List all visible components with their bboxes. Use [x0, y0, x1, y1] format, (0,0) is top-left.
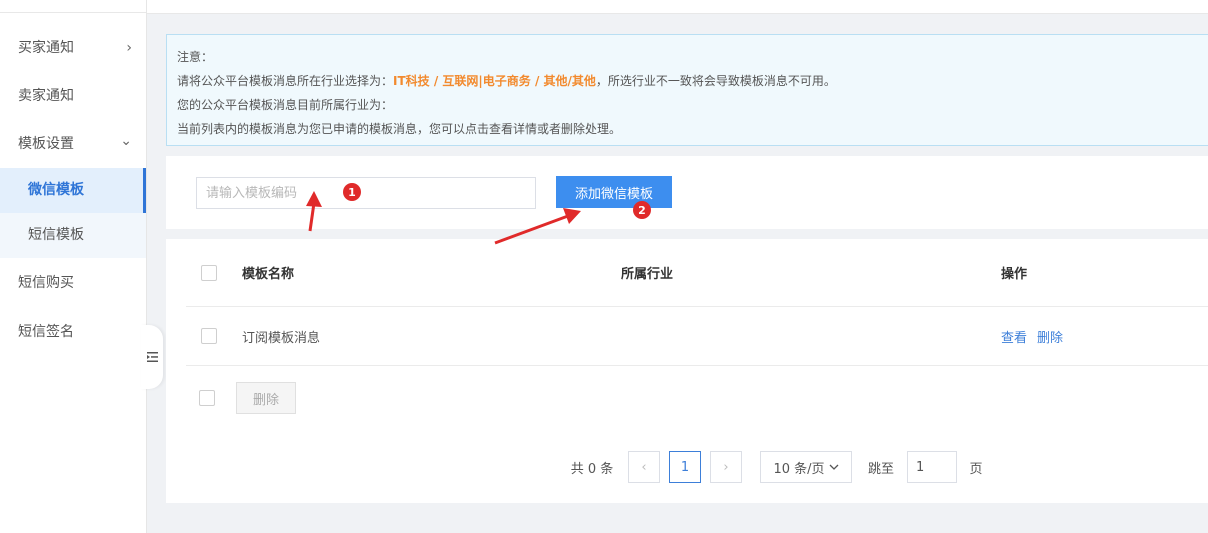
select-all-checkbox[interactable] — [201, 264, 217, 281]
row-actions: 查看 删除 — [1001, 307, 1073, 365]
column-header-name: 模板名称 — [242, 267, 295, 282]
prev-page-button[interactable]: ‹ — [628, 451, 660, 483]
notice-current-industry: 您的公众平台模板消息目前所属行业为： — [177, 98, 394, 112]
sidebar-subitem-label: 微信模板 — [28, 182, 84, 198]
chevron-down-icon — [829, 464, 838, 470]
page-size-value: 10 条/页 — [773, 461, 825, 477]
notice-list-info: 当前列表内的模板消息为您已申请的模板消息，您可以点击查看详情或者删除处理。 — [177, 122, 622, 136]
notice-text: 请将公众平台模板消息所在行业选择为： — [177, 74, 394, 88]
sidebar: 买家通知 › 卖家通知 模板设置 ⌄ 微信模板 短信模板 短信购买 短信签名 — [0, 0, 147, 533]
page-suffix-label: 页 — [969, 461, 983, 477]
select-all-cell — [201, 239, 217, 306]
chevron-left-icon: ‹ — [641, 459, 647, 475]
sidebar-item-template-settings[interactable]: 模板设置 ⌄ — [0, 121, 146, 167]
next-page-button[interactable]: › — [710, 451, 742, 483]
pagination-total: 共 0 条 — [570, 461, 614, 477]
table-header: 模板名称 所属行业 操作 — [186, 239, 1208, 307]
notice-industry-highlight: IT科技 / 互联网|电子商务 / 其他/其他 — [393, 74, 596, 88]
bulk-actions: 删除 — [186, 382, 1186, 414]
sidebar-item-label: 短信购买 — [18, 275, 74, 291]
page-size-select[interactable]: 10 条/页 — [760, 451, 852, 483]
notice-industry-instruction: 请将公众平台模板消息所在行业选择为：IT科技 / 互联网|电子商务 / 其他/其… — [177, 69, 1205, 93]
sidebar-item-label: 卖家通知 — [18, 88, 74, 104]
bulk-select-checkbox[interactable] — [199, 390, 215, 406]
sidebar-item-sms-signature[interactable]: 短信签名 — [0, 309, 146, 355]
bulk-delete-button[interactable]: 删除 — [236, 382, 296, 414]
sidebar-item-sms-purchase[interactable]: 短信购买 — [0, 260, 146, 306]
delete-link[interactable]: 删除 — [1037, 327, 1063, 346]
notice-text: ，所选行业不一致将会导致模板消息不可用。 — [595, 74, 836, 88]
sidebar-item-buyer-notice[interactable]: 买家通知 › — [0, 25, 146, 71]
row-template-name: 订阅模板消息 — [242, 330, 321, 346]
sidebar-item-label: 模板设置 — [18, 136, 74, 152]
page-button-current[interactable]: 1 — [669, 451, 701, 483]
row-select-cell — [201, 307, 217, 365]
jump-page-input[interactable]: 1 — [907, 451, 957, 483]
chevron-down-icon: ⌄ — [120, 133, 132, 149]
sidebar-top-strip — [0, 0, 146, 13]
sidebar-subitem-sms-template[interactable]: 短信模板 — [0, 213, 146, 258]
sidebar-item-seller-notice[interactable]: 卖家通知 — [0, 73, 146, 119]
topbar — [147, 0, 1208, 14]
indent-icon — [146, 352, 158, 362]
notice-title: 注意： — [177, 50, 214, 64]
sidebar-collapse-handle[interactable] — [141, 325, 163, 389]
sidebar-item-label: 短信签名 — [18, 324, 74, 340]
annotation-badge-2: 2 — [633, 201, 651, 219]
view-link[interactable]: 查看 — [1001, 327, 1027, 346]
search-panel: 添加微信模板 — [166, 156, 1208, 229]
chevron-right-icon: › — [126, 40, 132, 56]
notice-box: 注意： 请将公众平台模板消息所在行业选择为：IT科技 / 互联网|电子商务 / … — [166, 34, 1208, 146]
sidebar-item-label: 买家通知 — [18, 40, 74, 56]
table-row: 订阅模板消息 查看 删除 — [186, 307, 1208, 366]
chevron-right-icon: › — [723, 459, 729, 475]
column-header-industry: 所属行业 — [621, 267, 674, 282]
column-header-actions: 操作 — [1001, 267, 1028, 282]
row-checkbox[interactable] — [201, 328, 217, 344]
sidebar-subitem-label: 短信模板 — [28, 227, 84, 243]
sidebar-subitem-wechat-template[interactable]: 微信模板 — [0, 168, 146, 213]
annotation-badge-1: 1 — [343, 183, 361, 201]
add-wechat-template-button[interactable]: 添加微信模板 — [556, 176, 672, 208]
template-code-input[interactable] — [196, 177, 536, 209]
template-table-panel: 模板名称 所属行业 操作 订阅模板消息 查看 删除 删除 共 0 条 ‹ 1 ›… — [166, 239, 1208, 503]
jump-label: 跳至 — [867, 461, 894, 477]
